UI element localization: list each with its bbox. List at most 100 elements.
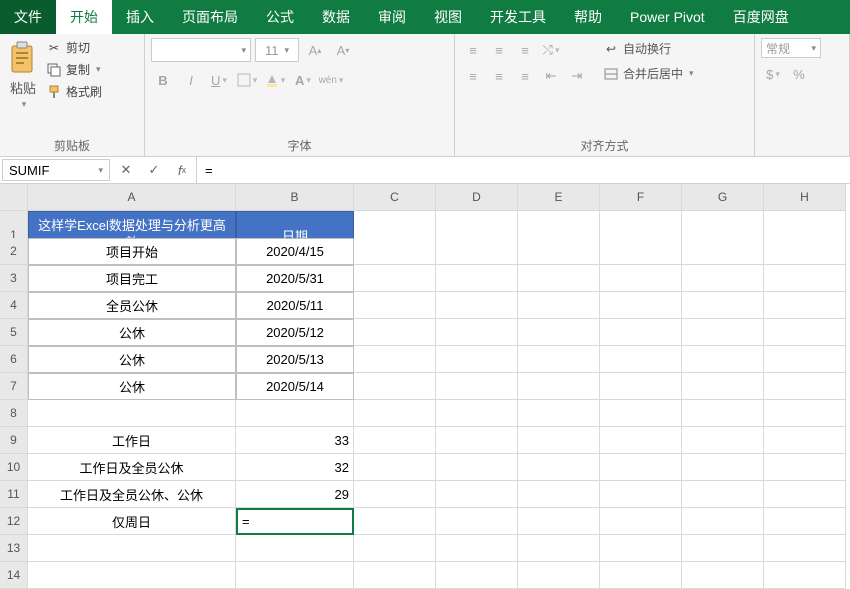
- cell-F10[interactable]: [600, 454, 682, 481]
- cell-F7[interactable]: [600, 373, 682, 400]
- cell-F8[interactable]: [600, 400, 682, 427]
- cell-H4[interactable]: [764, 292, 846, 319]
- font-size-select[interactable]: 11▾: [255, 38, 299, 62]
- formula-input[interactable]: =: [197, 157, 850, 183]
- cell-G14[interactable]: [682, 562, 764, 589]
- cell-H13[interactable]: [764, 535, 846, 562]
- cell-F12[interactable]: [600, 508, 682, 535]
- cell-G7[interactable]: [682, 373, 764, 400]
- cell-E7[interactable]: [518, 373, 600, 400]
- cell-E13[interactable]: [518, 535, 600, 562]
- tab-formulas[interactable]: 公式: [252, 0, 308, 34]
- row-header-5[interactable]: 5: [0, 319, 28, 346]
- cell-F13[interactable]: [600, 535, 682, 562]
- cell-C13[interactable]: [354, 535, 436, 562]
- cell-G13[interactable]: [682, 535, 764, 562]
- cell-H2[interactable]: [764, 238, 846, 265]
- cell-E11[interactable]: [518, 481, 600, 508]
- tab-insert[interactable]: 插入: [112, 0, 168, 34]
- cell-H8[interactable]: [764, 400, 846, 427]
- align-center-button[interactable]: ≡: [487, 64, 511, 88]
- cell-B10[interactable]: 32: [236, 454, 354, 481]
- cell-A14[interactable]: [28, 562, 236, 589]
- row-header-9[interactable]: 9: [0, 427, 28, 454]
- row-header-11[interactable]: 11: [0, 481, 28, 508]
- row-header-8[interactable]: 8: [0, 400, 28, 427]
- number-format-select[interactable]: 常规▾: [761, 38, 821, 58]
- row-header-13[interactable]: 13: [0, 535, 28, 562]
- cell-F11[interactable]: [600, 481, 682, 508]
- tab-review[interactable]: 审阅: [364, 0, 420, 34]
- cell-H14[interactable]: [764, 562, 846, 589]
- cell-D5[interactable]: [436, 319, 518, 346]
- copy-button[interactable]: 复制 ▾: [44, 60, 104, 79]
- tab-data[interactable]: 数据: [308, 0, 364, 34]
- bold-button[interactable]: B: [151, 68, 175, 92]
- decrease-indent-button[interactable]: ⇤: [539, 64, 563, 88]
- cell-D4[interactable]: [436, 292, 518, 319]
- tab-view[interactable]: 视图: [420, 0, 476, 34]
- orientation-button[interactable]: ⤭▾: [539, 38, 563, 62]
- borders-button[interactable]: ▾: [235, 68, 259, 92]
- font-color-button[interactable]: A▾: [291, 68, 315, 92]
- cell-A2[interactable]: 项目开始: [28, 238, 236, 265]
- cell-B13[interactable]: [236, 535, 354, 562]
- cell-B7[interactable]: 2020/5/14: [236, 373, 354, 400]
- cell-D6[interactable]: [436, 346, 518, 373]
- cell-C2[interactable]: [354, 238, 436, 265]
- name-box[interactable]: SUMIF ▾: [2, 159, 110, 181]
- cell-F6[interactable]: [600, 346, 682, 373]
- cell-D7[interactable]: [436, 373, 518, 400]
- tab-power-pivot[interactable]: Power Pivot: [616, 0, 719, 34]
- cell-G8[interactable]: [682, 400, 764, 427]
- cell-C5[interactable]: [354, 319, 436, 346]
- cell-E4[interactable]: [518, 292, 600, 319]
- row-header-7[interactable]: 7: [0, 373, 28, 400]
- increase-font-button[interactable]: A▴: [303, 38, 327, 62]
- underline-button[interactable]: U▾: [207, 68, 231, 92]
- tab-file[interactable]: 文件: [0, 0, 56, 34]
- column-header-B[interactable]: B: [236, 184, 354, 211]
- cell-H7[interactable]: [764, 373, 846, 400]
- cell-A10[interactable]: 工作日及全员公休: [28, 454, 236, 481]
- cell-C7[interactable]: [354, 373, 436, 400]
- cell-D2[interactable]: [436, 238, 518, 265]
- row-header-12[interactable]: 12: [0, 508, 28, 535]
- cell-A3[interactable]: 项目完工: [28, 265, 236, 292]
- cell-A8[interactable]: [28, 400, 236, 427]
- cell-H12[interactable]: [764, 508, 846, 535]
- column-header-E[interactable]: E: [518, 184, 600, 211]
- cell-C3[interactable]: [354, 265, 436, 292]
- align-right-button[interactable]: ≡: [513, 64, 537, 88]
- cell-E3[interactable]: [518, 265, 600, 292]
- cell-E6[interactable]: [518, 346, 600, 373]
- cell-G2[interactable]: [682, 238, 764, 265]
- percent-button[interactable]: %: [787, 62, 811, 86]
- cell-F4[interactable]: [600, 292, 682, 319]
- column-header-H[interactable]: H: [764, 184, 846, 211]
- fill-color-button[interactable]: ▾: [263, 68, 287, 92]
- column-header-D[interactable]: D: [436, 184, 518, 211]
- tab-baidu[interactable]: 百度网盘: [719, 0, 803, 34]
- format-painter-button[interactable]: 格式刷: [44, 82, 104, 101]
- cell-B4[interactable]: 2020/5/11: [236, 292, 354, 319]
- cut-button[interactable]: ✂ 剪切: [44, 38, 104, 57]
- cell-C14[interactable]: [354, 562, 436, 589]
- cell-A4[interactable]: 全员公休: [28, 292, 236, 319]
- confirm-formula-button[interactable]: ✓: [140, 157, 168, 183]
- tab-help[interactable]: 帮助: [560, 0, 616, 34]
- cell-G9[interactable]: [682, 427, 764, 454]
- cancel-formula-button[interactable]: ✕: [112, 157, 140, 183]
- cell-D9[interactable]: [436, 427, 518, 454]
- cell-D8[interactable]: [436, 400, 518, 427]
- cell-D3[interactable]: [436, 265, 518, 292]
- cell-H10[interactable]: [764, 454, 846, 481]
- column-header-G[interactable]: G: [682, 184, 764, 211]
- row-header-10[interactable]: 10: [0, 454, 28, 481]
- cell-F3[interactable]: [600, 265, 682, 292]
- row-header-14[interactable]: 14: [0, 562, 28, 589]
- cell-E14[interactable]: [518, 562, 600, 589]
- select-all-corner[interactable]: [0, 184, 28, 211]
- align-left-button[interactable]: ≡: [461, 64, 485, 88]
- cell-B3[interactable]: 2020/5/31: [236, 265, 354, 292]
